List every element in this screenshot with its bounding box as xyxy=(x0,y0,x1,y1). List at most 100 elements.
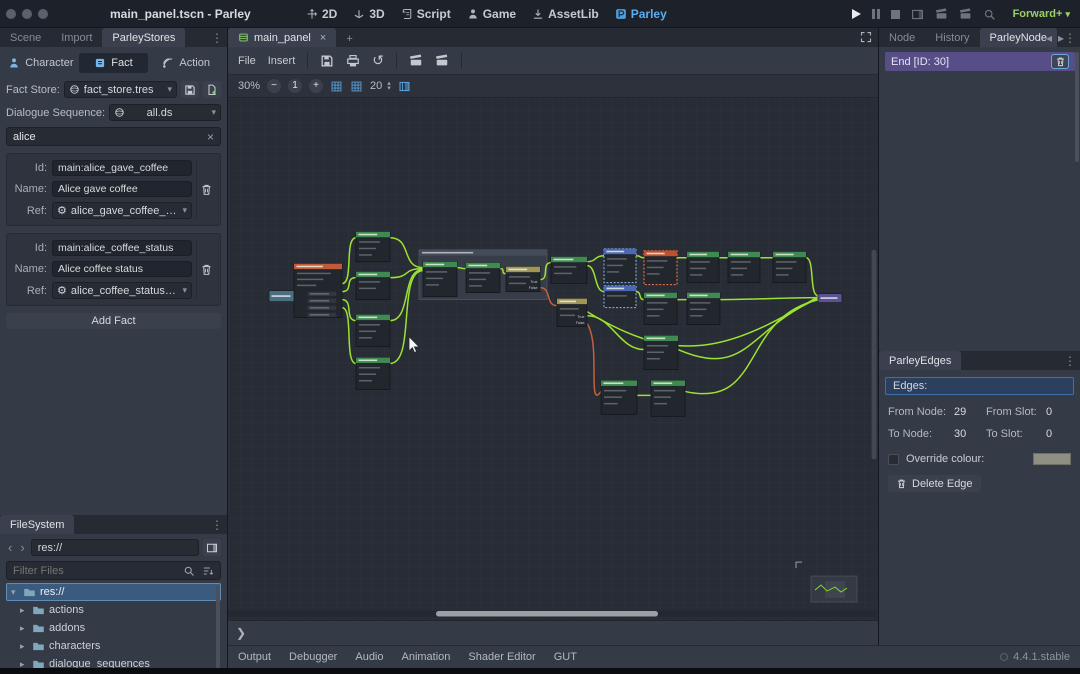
graph-node-d14[interactable] xyxy=(601,380,637,414)
graph-edge[interactable] xyxy=(587,324,601,396)
tab-scene[interactable]: Scene xyxy=(0,28,51,47)
menu-3d[interactable]: 3D xyxy=(353,7,384,21)
zoom-in-button[interactable]: + xyxy=(309,79,323,93)
minimap-toggle-button[interactable] xyxy=(398,80,411,93)
test-scene-icon[interactable] xyxy=(435,54,449,68)
dock-menu-icon[interactable]: ⋮ xyxy=(211,31,223,45)
history-back-icon[interactable]: ◂ xyxy=(1046,31,1052,45)
tab-filesystem[interactable]: FileSystem xyxy=(0,515,74,534)
nav-forward-icon[interactable]: › xyxy=(18,540,26,555)
fact-name-field[interactable] xyxy=(52,261,192,277)
movie-maker-icon[interactable] xyxy=(935,8,948,21)
graph-edge[interactable] xyxy=(390,271,423,364)
save-fact-store-button[interactable] xyxy=(181,81,199,98)
grid-size-spinner[interactable]: ▴▾ xyxy=(387,81,391,91)
graph-node-d2[interactable] xyxy=(356,272,390,300)
grid-size-value[interactable]: 20 xyxy=(370,80,382,92)
caret-right-icon[interactable]: ▸ xyxy=(20,641,28,652)
store-tab-character[interactable]: Character xyxy=(6,53,76,73)
graph-node-d9[interactable] xyxy=(728,252,760,283)
bottom-tab-animation[interactable]: Animation xyxy=(402,651,451,663)
graph-edge[interactable] xyxy=(587,316,644,350)
graph-node-d5[interactable] xyxy=(423,262,457,297)
save-icon[interactable] xyxy=(320,54,334,68)
menu-parley[interactable]: Parley xyxy=(615,7,667,21)
graph-edge[interactable] xyxy=(342,308,356,364)
colour-swatch[interactable] xyxy=(1033,453,1071,465)
tab-node[interactable]: Node xyxy=(879,28,925,47)
dialogue-graph[interactable]: TrueFalseTrueFalse xyxy=(228,98,878,620)
bottom-tab-gut[interactable]: GUT xyxy=(554,651,577,663)
pause-button[interactable] xyxy=(872,9,880,19)
graph-node-match1[interactable] xyxy=(294,264,342,318)
v-scrollbar-thumb[interactable] xyxy=(872,250,877,460)
tab-main-panel[interactable]: main_panel × xyxy=(228,28,336,47)
bottom-tab-shader-editor[interactable]: Shader Editor xyxy=(468,651,535,663)
caret-right-icon[interactable]: ▸ xyxy=(20,623,28,634)
dialogue-sequence-dropdown[interactable]: all.ds ▾ xyxy=(109,104,221,121)
delete-fact-button[interactable] xyxy=(196,240,216,299)
fact-store-dropdown[interactable]: fact_store.tres ▾ xyxy=(64,81,177,98)
fact-name-field[interactable] xyxy=(52,181,192,197)
graph-node-d6[interactable] xyxy=(466,263,500,293)
graph-node-d12[interactable] xyxy=(687,293,720,325)
graph-edge[interactable] xyxy=(636,256,644,258)
graph-canvas[interactable]: TrueFalseTrueFalse xyxy=(228,98,878,621)
graph-minimap[interactable] xyxy=(811,576,857,602)
dock-menu-icon[interactable]: ⋮ xyxy=(1064,31,1076,45)
tab-history[interactable]: History xyxy=(925,28,979,47)
bottom-tab-audio[interactable]: Audio xyxy=(355,651,383,663)
graph-node-g1[interactable] xyxy=(604,249,636,283)
add-fact-button[interactable]: Add Fact xyxy=(6,313,221,329)
tab-import[interactable]: Import xyxy=(51,28,102,47)
menu-assetlib[interactable]: AssetLib xyxy=(532,7,599,21)
new-tab-button[interactable]: + xyxy=(346,33,352,47)
movie-writer-icon[interactable] xyxy=(959,8,972,21)
tree-item-root[interactable]: ▾res:// xyxy=(6,583,221,601)
insert-menu[interactable]: Insert xyxy=(268,55,296,67)
override-colour-checkbox[interactable] xyxy=(888,454,899,465)
new-fact-store-button[interactable] xyxy=(203,81,221,98)
filter-files-input[interactable] xyxy=(13,565,183,577)
window-close-button[interactable] xyxy=(6,9,16,19)
tree-item-actions[interactable]: ▸actions xyxy=(6,601,221,619)
tree-item-addons[interactable]: ▸addons xyxy=(6,619,221,637)
graph-node-a1[interactable] xyxy=(644,251,677,285)
graph-node-d7[interactable] xyxy=(551,257,587,284)
graph-edge[interactable] xyxy=(587,256,604,262)
bottom-tab-output[interactable]: Output xyxy=(238,651,271,663)
graph-edge[interactable] xyxy=(342,238,356,284)
graph-node-d11[interactable] xyxy=(644,293,677,325)
delete-fact-button[interactable] xyxy=(196,160,216,219)
refresh-icon[interactable]: ↺ xyxy=(372,52,384,69)
inspector-scrollbar[interactable] xyxy=(1075,52,1079,162)
remote-debug-icon[interactable] xyxy=(911,8,924,21)
zoom-reset-button[interactable]: 1 xyxy=(288,79,302,93)
graph-edge[interactable] xyxy=(636,292,644,300)
grid-toggle-button[interactable] xyxy=(350,80,363,93)
delete-node-button[interactable] xyxy=(1051,54,1069,69)
graph-node-d8[interactable] xyxy=(687,252,719,283)
menu-2d[interactable]: 2D xyxy=(306,7,337,21)
distraction-free-button[interactable] xyxy=(860,31,872,43)
renderer-selector[interactable]: Forward+ ▾ xyxy=(1013,8,1070,20)
graph-nodes[interactable]: TrueFalseTrueFalse xyxy=(269,232,842,417)
zoom-out-button[interactable]: − xyxy=(267,79,281,93)
clear-search-icon[interactable]: × xyxy=(207,130,214,144)
graph-node-d4[interactable] xyxy=(356,358,390,390)
fact-id-field[interactable] xyxy=(52,240,192,256)
dock-menu-icon[interactable]: ⋮ xyxy=(1064,354,1076,368)
graph-edge[interactable] xyxy=(342,278,356,292)
caret-down-icon[interactable]: ▾ xyxy=(11,587,19,598)
h-scrollbar-thumb[interactable] xyxy=(436,611,658,616)
menu-game[interactable]: Game xyxy=(467,7,516,21)
graph-node-d3[interactable] xyxy=(356,315,390,347)
tab-parleystores[interactable]: ParleyStores xyxy=(102,28,185,47)
graph-node-c2[interactable]: TrueFalse xyxy=(557,299,587,327)
sort-icon[interactable] xyxy=(202,565,214,577)
close-tab-icon[interactable]: × xyxy=(320,32,326,44)
graph-node-d15[interactable] xyxy=(651,380,685,416)
graph-edge[interactable] xyxy=(806,258,818,296)
graph-node-d13[interactable] xyxy=(644,336,678,370)
edges-section-header[interactable]: Edges: xyxy=(885,377,1074,395)
